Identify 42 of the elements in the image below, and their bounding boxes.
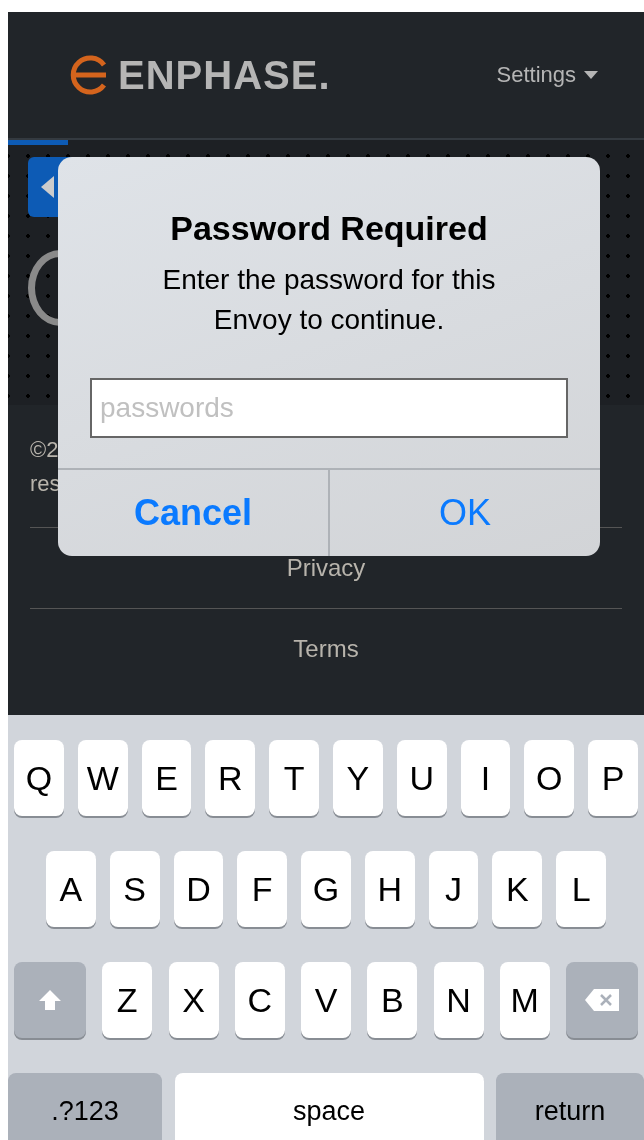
- keyboard-key[interactable]: M: [499, 962, 550, 1038]
- keyboard-key[interactable]: V: [301, 962, 351, 1038]
- dialog-title: Password Required: [170, 209, 488, 248]
- progress-strip: [8, 140, 68, 145]
- copyright-text: ©2: [30, 436, 60, 464]
- keyboard-key[interactable]: A: [46, 851, 96, 927]
- keyboard-key[interactable]: I: [460, 740, 511, 816]
- keyboard-key[interactable]: J: [428, 851, 479, 927]
- logo-text: ENPHASE.: [118, 52, 331, 98]
- keyboard-key[interactable]: H: [364, 851, 415, 927]
- footer-link[interactable]: Terms: [30, 608, 622, 689]
- keyboard-key[interactable]: E: [141, 740, 192, 816]
- keyboard-key[interactable]: S: [109, 851, 160, 927]
- keyboard-key[interactable]: D: [173, 851, 224, 927]
- keyboard-key[interactable]: K: [492, 851, 543, 927]
- keyboard-key[interactable]: Z: [102, 962, 153, 1038]
- backspace-icon: [584, 988, 620, 1012]
- keyboard-key[interactable]: G: [301, 851, 351, 927]
- settings-menu[interactable]: Settings: [496, 62, 598, 88]
- keyboard-key[interactable]: Y: [333, 740, 383, 816]
- caret-icon: [584, 71, 598, 79]
- keyboard-key[interactable]: L: [556, 851, 607, 927]
- backspace-key[interactable]: [566, 962, 638, 1038]
- keyboard-key[interactable]: P: [588, 740, 638, 816]
- return-key[interactable]: return: [496, 1073, 644, 1140]
- keyboard-key[interactable]: C: [234, 962, 285, 1038]
- keyboard-key[interactable]: T: [269, 740, 319, 816]
- keyboard-key[interactable]: X: [168, 962, 219, 1038]
- keyboard-key[interactable]: O: [524, 740, 575, 816]
- keyboard-key[interactable]: N: [433, 962, 484, 1038]
- keyboard-key[interactable]: B: [367, 962, 418, 1038]
- password-field[interactable]: passwords: [90, 378, 568, 438]
- keyboard-key[interactable]: R: [205, 740, 256, 816]
- keyboard-key[interactable]: Q: [14, 740, 64, 816]
- dialog-message: Enter the password for this Envoy to continue.: [161, 263, 497, 337]
- numbers-key[interactable]: .?123: [8, 1073, 162, 1140]
- shift-key[interactable]: [14, 962, 86, 1038]
- keyboard-key[interactable]: U: [396, 740, 447, 816]
- keyboard-key[interactable]: W: [77, 740, 128, 816]
- space-key[interactable]: space: [174, 1073, 484, 1140]
- keyboard-key[interactable]: F: [237, 851, 288, 927]
- shift-icon: [38, 989, 62, 1011]
